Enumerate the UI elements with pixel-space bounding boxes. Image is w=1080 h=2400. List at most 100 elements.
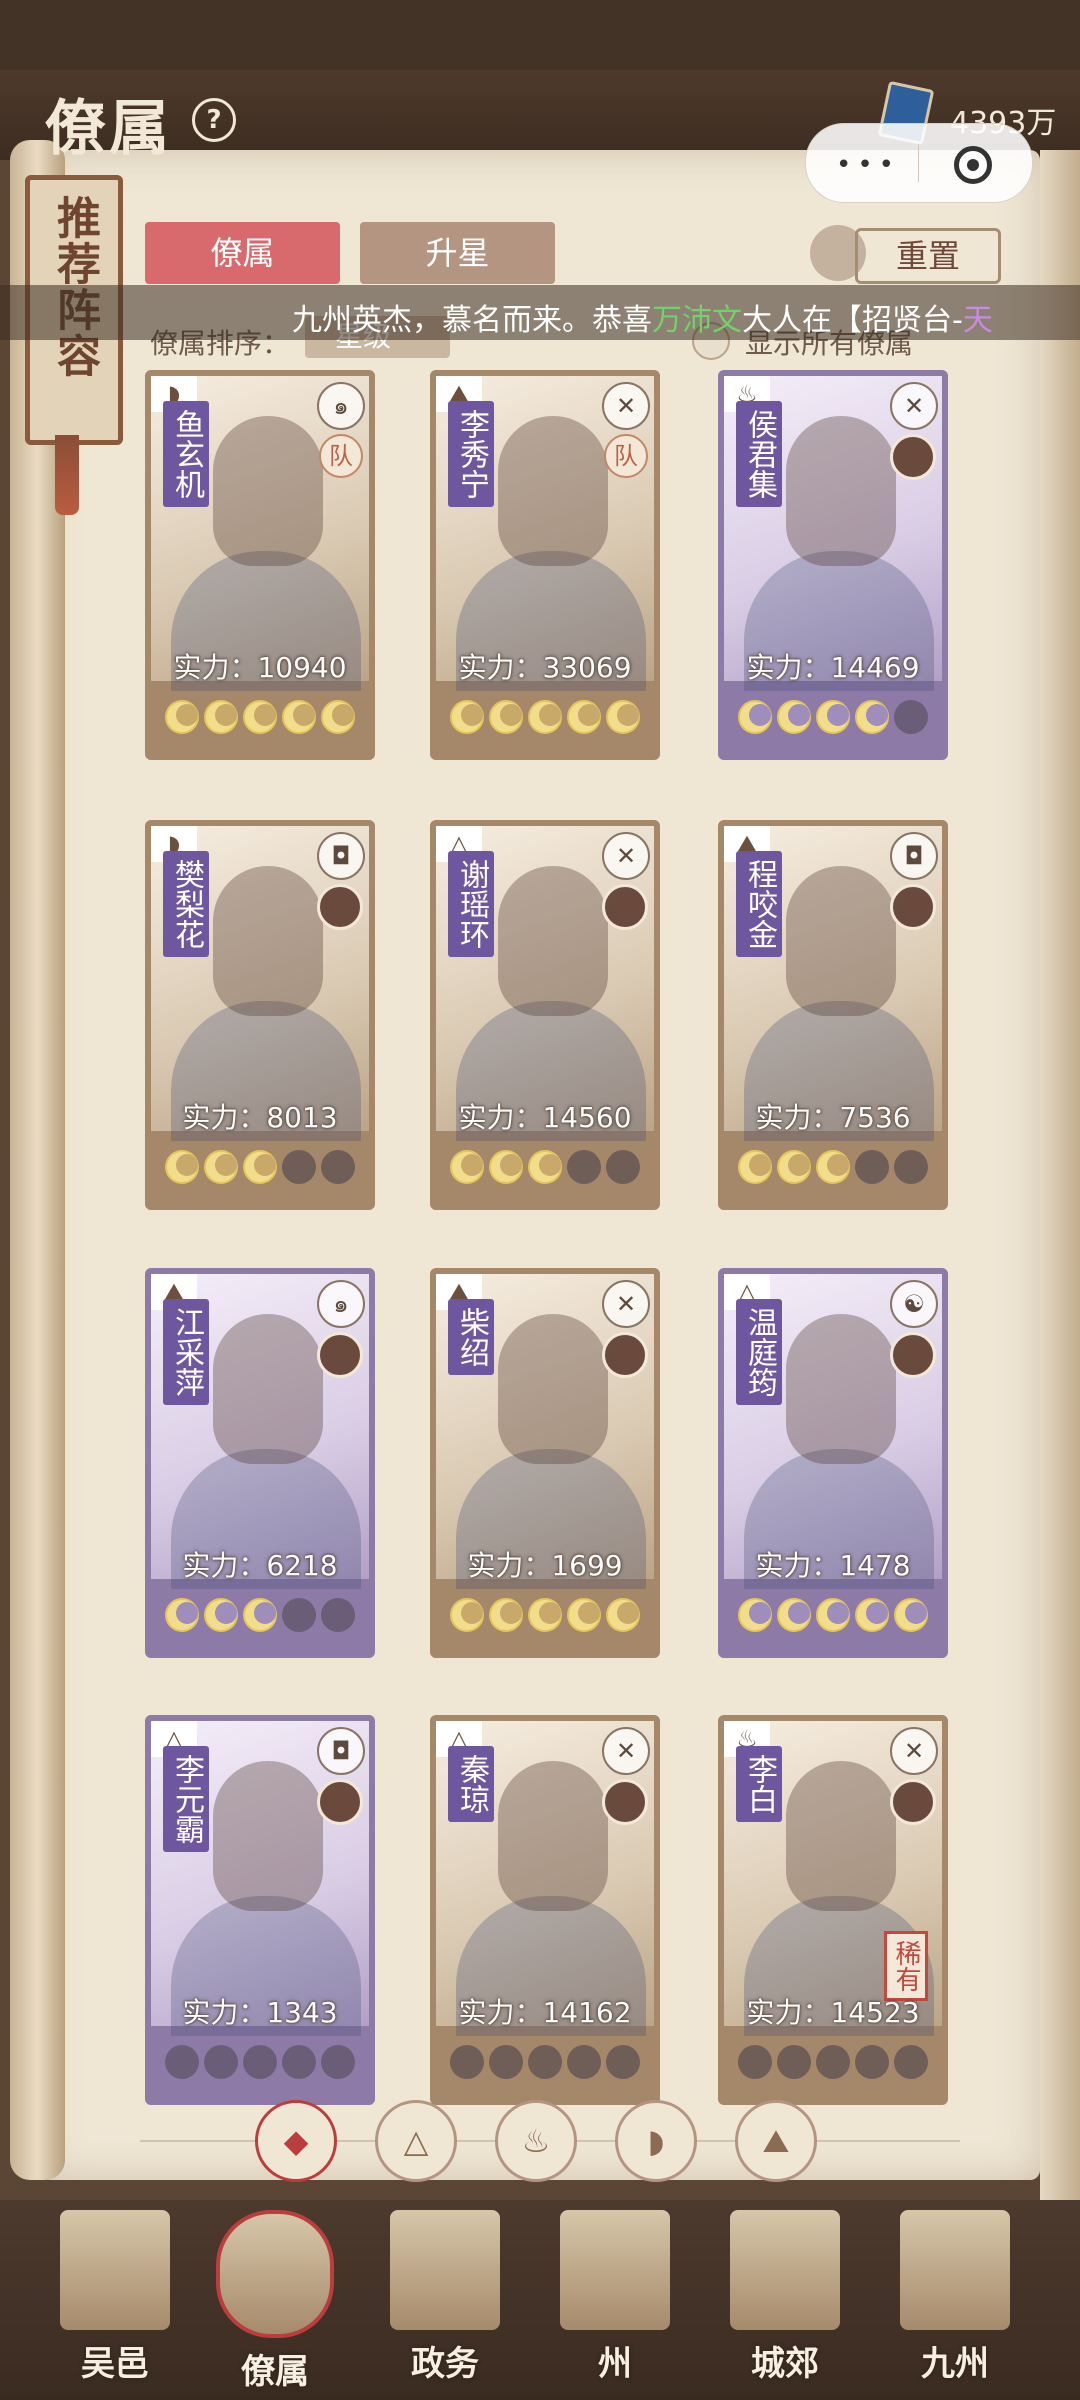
portrait-head	[498, 416, 608, 566]
mini-avatar	[890, 434, 936, 480]
nav-label: 州	[598, 2344, 632, 2384]
nav-item[interactable]: 州	[540, 2210, 690, 2390]
star-off-icon	[894, 2045, 928, 2079]
star-on-icon	[165, 700, 199, 734]
retainer-card[interactable]: △ 秦琼 ✕ 实力：14162	[430, 1715, 660, 2105]
star-off-icon	[777, 2045, 811, 2079]
power-value: 实力：14162	[458, 1996, 632, 2029]
reset-button[interactable]: 重置	[855, 228, 1001, 284]
star-on-icon	[528, 1598, 562, 1632]
team-badge: 队	[604, 434, 648, 478]
nav-building-icon	[216, 2210, 334, 2338]
mini-avatar	[602, 884, 648, 930]
portrait-head	[498, 1314, 608, 1464]
star-on-icon	[855, 1598, 889, 1632]
star-on-icon	[204, 1150, 238, 1184]
star-row	[436, 1136, 654, 1198]
star-on-icon	[165, 1598, 199, 1632]
shield-icon: ◘	[317, 1727, 365, 1775]
star-on-icon	[243, 1598, 277, 1632]
star-off-icon	[165, 2045, 199, 2079]
power-value: 实力：1699	[467, 1549, 623, 1582]
star-off-icon	[606, 1150, 640, 1184]
team-badge: 队	[319, 434, 363, 478]
filter-fan-icon[interactable]: ◗	[615, 2100, 697, 2182]
swirl-icon: ๑	[317, 382, 365, 430]
banner-prefix: 九州英杰，慕名而来。恭喜	[292, 303, 652, 338]
star-on-icon	[816, 1598, 850, 1632]
nav-label: 九州	[921, 2344, 989, 2384]
tab-star-up[interactable]: 升星	[360, 222, 555, 284]
retainer-card[interactable]: ⛰ 李秀宁 ✕ 队实力：33069	[430, 370, 660, 760]
mini-avatar	[890, 884, 936, 930]
nav-item[interactable]: 政务	[370, 2210, 520, 2390]
help-icon[interactable]: ?	[192, 98, 236, 142]
nav-item[interactable]: 九州	[880, 2210, 1030, 2390]
star-on-icon	[567, 700, 601, 734]
star-off-icon	[606, 2045, 640, 2079]
star-on-icon	[204, 1598, 238, 1632]
retainer-card[interactable]: ♨ 侯君集 ✕ 实力：14469	[718, 370, 948, 760]
portrait-head	[498, 866, 608, 1016]
star-on-icon	[606, 700, 640, 734]
star-on-icon	[450, 1150, 484, 1184]
star-on-icon	[450, 1598, 484, 1632]
retainer-card[interactable]: △ 李元霸 ◘ 实力：1343	[145, 1715, 375, 2105]
retainer-card[interactable]: ◗ 鱼玄机๑队实力：10940	[145, 370, 375, 760]
retainer-card[interactable]: ⛰ 程咬金 ◘ 实力：7536	[718, 820, 948, 1210]
nav-building-icon	[730, 2210, 840, 2330]
mini-avatar	[602, 1332, 648, 1378]
nav-building-icon	[900, 2210, 1010, 2330]
retainer-name: 李秀宁	[448, 401, 494, 507]
star-row	[436, 686, 654, 748]
filter-bell-icon[interactable]: △	[375, 2100, 457, 2182]
star-off-icon	[282, 1150, 316, 1184]
retainer-card[interactable]: △ 温庭筠 ☯ 实力：1478	[718, 1268, 948, 1658]
mini-avatar	[317, 1779, 363, 1825]
banner-clip: 九州英杰，慕名而来。恭喜万沛文大人在【招贤台-天	[0, 285, 1035, 340]
scroll-right-edge	[1040, 150, 1080, 2200]
retainer-card[interactable]: △ 谢瑶环 ✕ 实力：14560	[430, 820, 660, 1210]
retainer-name: 侯君集	[736, 401, 782, 507]
filter-gourd-icon[interactable]: ♨	[495, 2100, 577, 2182]
star-on-icon	[489, 700, 523, 734]
star-on-icon	[777, 1598, 811, 1632]
star-on-icon	[567, 1598, 601, 1632]
nav-item[interactable]: 吴邑	[40, 2210, 190, 2390]
retainer-card[interactable]: ♨ 李白 ✕ 稀有 实力：14523	[718, 1715, 948, 2105]
star-on-icon	[738, 1598, 772, 1632]
more-dots-icon[interactable]: •••	[836, 150, 900, 180]
tab-retainers[interactable]: 僚属	[145, 222, 340, 284]
retainer-card[interactable]: ◗ 樊梨花 ◘ 实力：8013	[145, 820, 375, 1210]
star-on-icon	[606, 1598, 640, 1632]
portrait-head	[786, 1314, 896, 1464]
nav-building-icon	[560, 2210, 670, 2330]
retainer-card[interactable]: ⛰ 柴绍 ✕ 实力：1699	[430, 1268, 660, 1658]
close-target-icon[interactable]	[954, 146, 992, 184]
yin-yang-icon: ☯	[890, 1280, 938, 1328]
star-off-icon	[528, 2045, 562, 2079]
swirl-icon: ๑	[317, 1280, 365, 1328]
filter-mountain-icon[interactable]: ⛰	[735, 2100, 817, 2182]
mini-avatar	[317, 884, 363, 930]
filter-diamond-grid-icon[interactable]: ◆	[255, 2100, 337, 2182]
star-on-icon	[777, 700, 811, 734]
star-off-icon	[816, 2045, 850, 2079]
star-on-icon	[450, 700, 484, 734]
nav-item[interactable]: 城郊	[710, 2210, 860, 2390]
banner-suffix: 天	[962, 303, 993, 338]
mini-avatar	[317, 1332, 363, 1378]
retainer-name: 鱼玄机	[163, 401, 209, 507]
nav-building-icon	[390, 2210, 500, 2330]
star-on-icon	[243, 1150, 277, 1184]
power-value: 实力：10940	[173, 651, 347, 684]
star-on-icon	[816, 700, 850, 734]
nav-item[interactable]: 僚属	[200, 2210, 350, 2392]
retainer-name: 谢瑶环	[448, 851, 494, 957]
retainer-name: 樊梨花	[163, 851, 209, 957]
retainer-card[interactable]: ⛰ 江采萍๑实力：6218	[145, 1268, 375, 1658]
swords-icon: ✕	[602, 832, 650, 880]
portrait-head	[213, 1314, 323, 1464]
swords-icon: ✕	[602, 1280, 650, 1328]
star-on-icon	[489, 1598, 523, 1632]
